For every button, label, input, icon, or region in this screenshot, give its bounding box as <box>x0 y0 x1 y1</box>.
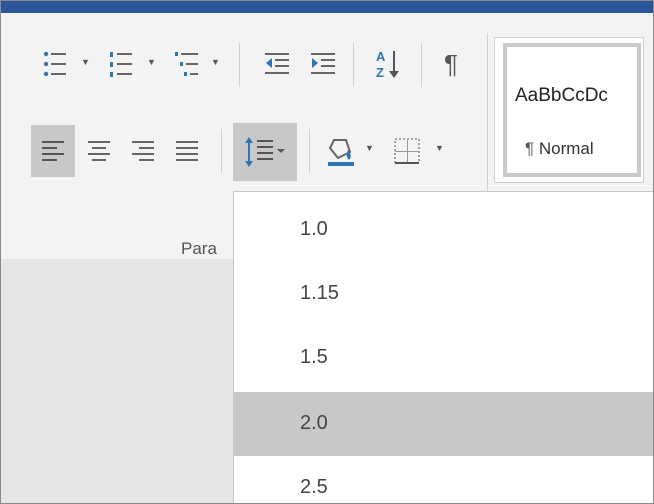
align-left-icon <box>40 139 66 163</box>
style-pilcrow: ¶ <box>525 139 535 158</box>
align-right-button[interactable] <box>123 127 163 175</box>
svg-text:A: A <box>376 49 386 64</box>
option-label: 2.5 <box>300 476 328 498</box>
center-button[interactable] <box>79 127 119 175</box>
decrease-indent-icon <box>263 51 291 77</box>
word-ribbon-window: ▼ ▼ ▼ A Z ¶ ▼ ▼ Para AaBbCcDc ¶ Normal 1… <box>0 0 654 504</box>
title-bar-strip <box>1 1 653 13</box>
line-spacing-button[interactable] <box>233 123 297 181</box>
show-hide-marks-button[interactable]: ¶ <box>433 41 473 87</box>
style-name: ¶ Normal <box>525 139 594 159</box>
bullets-button[interactable] <box>35 41 75 87</box>
numbering-icon <box>108 49 134 79</box>
justify-icon <box>174 139 200 163</box>
option-label: 1.0 <box>300 218 328 240</box>
shading-button[interactable] <box>319 125 363 177</box>
align-center-icon <box>86 139 112 163</box>
line-spacing-option-1-5[interactable]: 1.5 <box>234 326 653 390</box>
multilevel-list-button[interactable] <box>167 41 207 87</box>
sort-button[interactable]: A Z <box>367 39 411 89</box>
svg-text:¶: ¶ <box>444 49 458 79</box>
sort-az-icon: A Z <box>374 47 404 81</box>
decrease-indent-button[interactable] <box>257 41 297 87</box>
line-spacing-option-2-0[interactable]: 2.0 <box>234 392 653 456</box>
bullets-dropdown-arrow[interactable]: ▼ <box>81 57 90 67</box>
bullets-icon <box>42 49 68 79</box>
paragraph-group-label: Para <box>181 239 217 258</box>
line-spacing-option-1-15[interactable]: 1.15 <box>234 262 653 326</box>
multilevel-list-icon <box>174 49 200 79</box>
option-label: 2.0 <box>300 412 328 434</box>
borders-icon <box>392 136 422 166</box>
line-spacing-option-1-0[interactable]: 1.0 <box>234 198 653 262</box>
separator <box>421 43 422 87</box>
line-spacing-menu: 1.0 1.15 1.5 2.0 2.5 <box>233 191 653 503</box>
style-sample-text: AaBbCcDc <box>515 85 608 106</box>
multilevel-dropdown-arrow[interactable]: ▼ <box>211 57 220 67</box>
borders-dropdown-arrow[interactable]: ▼ <box>435 143 444 153</box>
separator <box>353 43 354 87</box>
borders-button[interactable] <box>385 125 429 177</box>
style-name-label: Normal <box>538 139 594 158</box>
pilcrow-icon: ¶ <box>442 49 464 79</box>
justify-button[interactable] <box>167 127 207 175</box>
option-label: 1.5 <box>300 346 328 368</box>
shading-bucket-icon <box>326 134 356 168</box>
increase-indent-button[interactable] <box>303 41 343 87</box>
separator <box>309 129 310 173</box>
line-spacing-option-2-5[interactable]: 2.5 <box>234 456 653 503</box>
svg-text:Z: Z <box>376 65 384 80</box>
increase-indent-icon <box>309 51 337 77</box>
separator <box>239 43 240 87</box>
align-left-button[interactable] <box>31 125 75 177</box>
style-normal-card[interactable]: AaBbCcDc ¶ Normal <box>503 43 641 177</box>
separator <box>221 129 222 173</box>
shading-dropdown-arrow[interactable]: ▼ <box>365 143 374 153</box>
numbering-button[interactable] <box>101 41 141 87</box>
numbering-dropdown-arrow[interactable]: ▼ <box>147 57 156 67</box>
option-label: 1.15 <box>300 282 339 304</box>
line-spacing-icon <box>243 134 287 170</box>
align-right-icon <box>130 139 156 163</box>
